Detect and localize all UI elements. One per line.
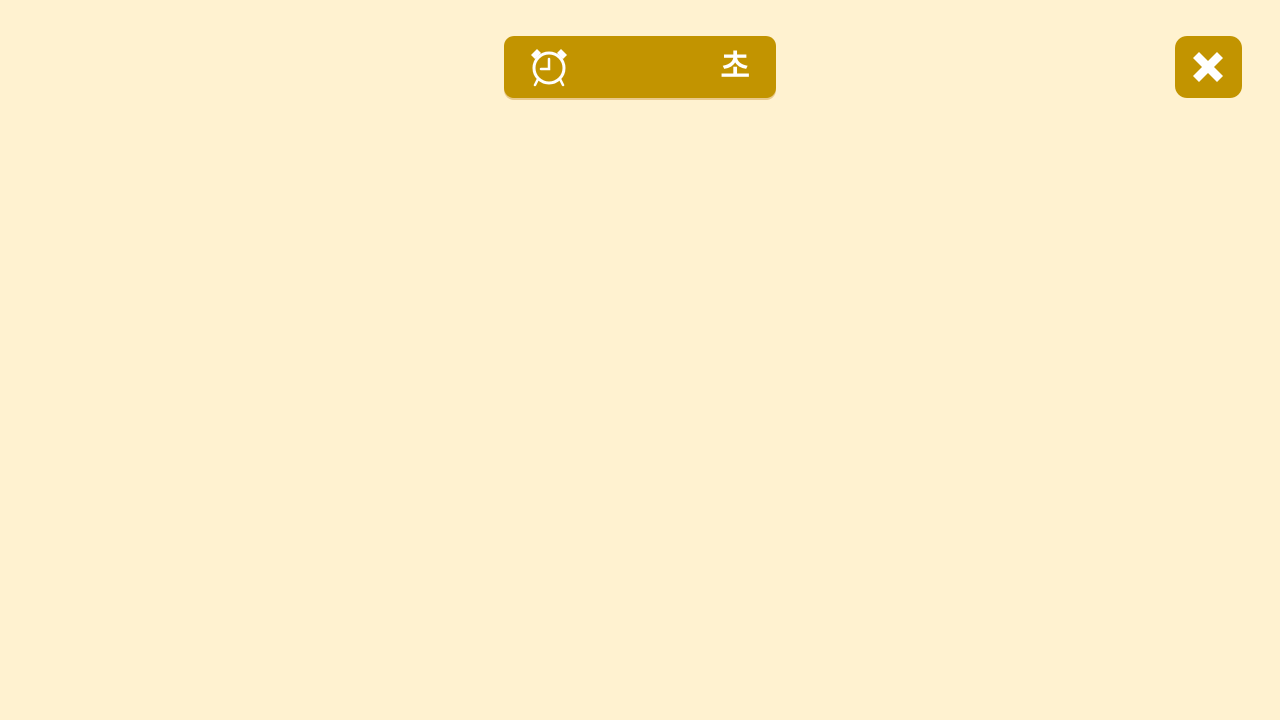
close-icon [1193,52,1223,82]
timer-unit-label: 초 [720,47,750,85]
timer-value [574,36,706,98]
alarm-clock-icon [531,49,567,87]
close-button[interactable] [1175,36,1242,98]
timer-bar: 초 [504,36,776,98]
game-screen: 초 [0,0,1280,720]
